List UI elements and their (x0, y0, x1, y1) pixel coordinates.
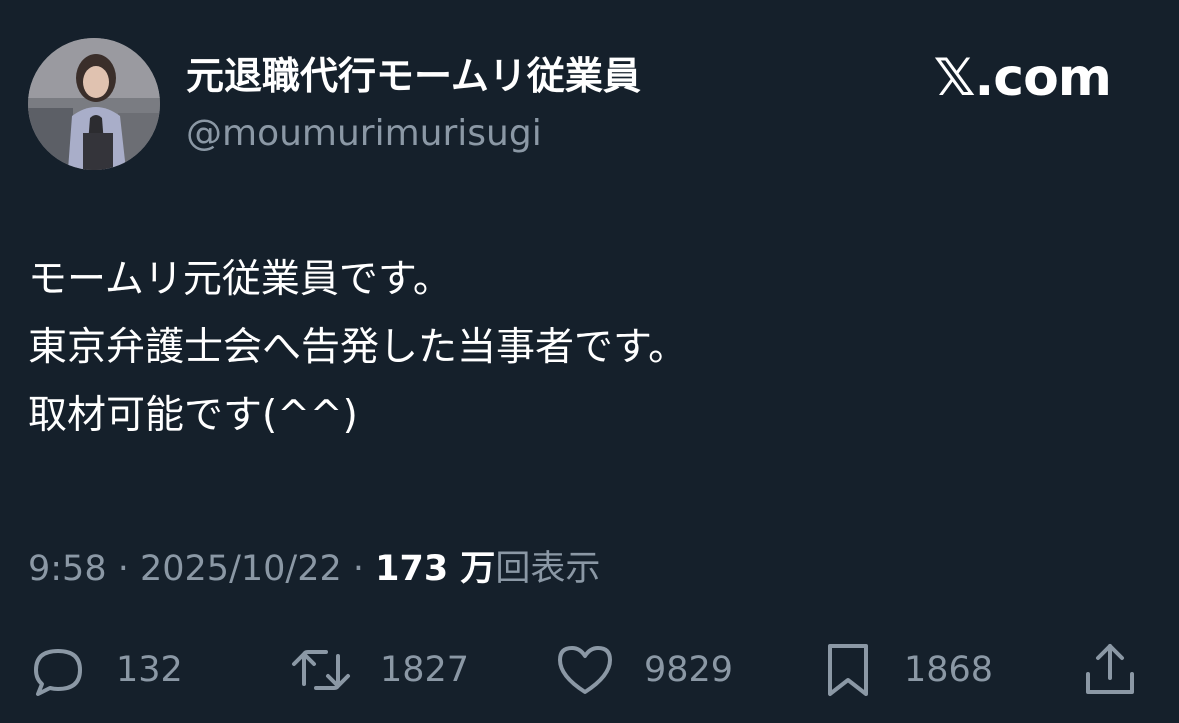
x-com-logo: 𝕏.com (933, 48, 1112, 108)
retweet-icon (290, 640, 352, 700)
like-icon (554, 640, 616, 700)
retweet-count: 1827 (380, 650, 470, 690)
bookmark-count: 1868 (904, 650, 994, 690)
bookmark-button[interactable]: 1868 (820, 640, 993, 700)
like-button[interactable]: 9829 (554, 640, 733, 700)
tweet-date[interactable]: 2025/10/22 (140, 549, 342, 589)
tweet-text: モームリ元従業員です。 東京弁護士会へ告発した当事者です。 取材可能です(^^) (28, 246, 687, 450)
avatar[interactable] (28, 38, 160, 170)
user-handle[interactable]: @moumurimurisugi (186, 110, 542, 158)
views-count[interactable]: 173 万 (375, 549, 495, 589)
reply-count: 132 (116, 650, 183, 690)
share-icon (1080, 640, 1140, 700)
views-label: 回表示 (495, 549, 601, 589)
action-bar: 132 1827 9829 1868 (0, 640, 1179, 700)
reply-icon (28, 640, 88, 700)
display-name[interactable]: 元退職代行モームリ従業員 (186, 50, 641, 102)
tweet-meta: 9:58 · 2025/10/22 · 173 万回表示 (28, 544, 600, 594)
like-count: 9829 (644, 650, 734, 690)
meta-separator: · (341, 549, 376, 589)
tweet-time[interactable]: 9:58 (28, 549, 107, 589)
tweet-line: 取材可能です(^^) (28, 393, 358, 438)
bookmark-icon (820, 640, 876, 700)
reply-button[interactable]: 132 (28, 640, 183, 700)
tweet-line: 東京弁護士会へ告発した当事者です。 (28, 325, 688, 370)
share-button[interactable] (1080, 640, 1140, 700)
meta-separator: · (106, 549, 140, 589)
tweet-line: モームリ元従業員です。 (28, 257, 452, 302)
retweet-button[interactable]: 1827 (290, 640, 469, 700)
